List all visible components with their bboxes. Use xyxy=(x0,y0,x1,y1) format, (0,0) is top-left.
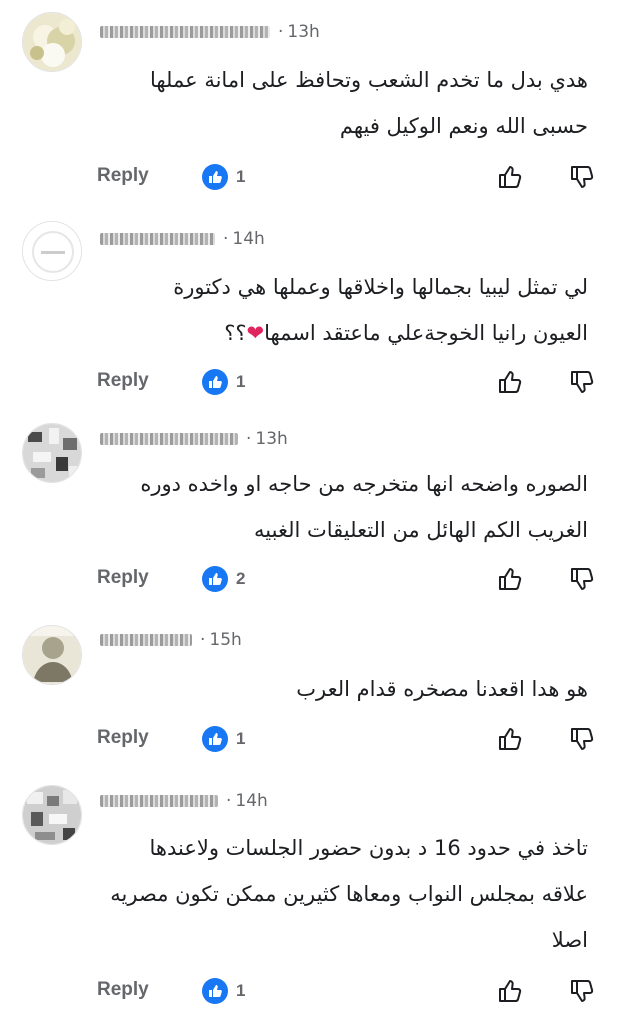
avatar-image xyxy=(23,626,81,684)
reaction-count: 1 xyxy=(236,372,246,391)
separator-dot: · xyxy=(246,429,252,449)
commenter-avatar[interactable] xyxy=(22,785,82,845)
comment-time: 15h xyxy=(209,630,242,650)
heart-emoji-icon: ❤ xyxy=(246,321,265,345)
author-name-redacted xyxy=(100,233,215,245)
reply-button[interactable]: Reply xyxy=(97,165,149,187)
commenter-avatar[interactable] xyxy=(22,221,82,281)
thumbs-down-outline-icon[interactable] xyxy=(568,368,596,396)
comment-meta: · 14h xyxy=(100,226,265,252)
reply-button[interactable]: Reply xyxy=(97,979,149,1001)
author-name-redacted xyxy=(100,26,270,38)
reaction-count: 1 xyxy=(236,167,246,186)
comment-line: حسبى الله ونعم الوكيل فيهم xyxy=(339,114,588,138)
like-reaction-icon xyxy=(202,726,228,752)
reaction-count: 1 xyxy=(236,729,246,748)
commenter-avatar[interactable] xyxy=(22,625,82,685)
separator-dot: · xyxy=(200,630,206,650)
comment-time: 13h xyxy=(287,22,320,42)
avatar-image xyxy=(23,222,81,280)
avatar-image xyxy=(23,424,81,482)
reaction-count: 2 xyxy=(236,569,246,588)
comment-line: تاخذ في حدود 16 د بدون حضور الجلسات ولاع… xyxy=(149,836,588,860)
thumbs-up-outline-icon[interactable] xyxy=(496,725,524,753)
author-name-redacted xyxy=(100,433,238,445)
comment-meta: · 14h xyxy=(100,788,268,814)
comment-line: هدي بدل ما تخدم الشعب وتحافظ على امانة ع… xyxy=(149,68,588,92)
commenter-avatar[interactable] xyxy=(22,12,82,72)
comment-time: 14h xyxy=(235,791,268,811)
reaction-summary[interactable]: 1 xyxy=(202,164,245,190)
thumbs-up-outline-icon[interactable] xyxy=(496,163,524,191)
comment-meta: · 13h xyxy=(100,426,288,452)
separator-dot: · xyxy=(226,791,232,811)
like-reaction-icon xyxy=(202,164,228,190)
comment-actions: Reply 1 xyxy=(0,975,621,1011)
reply-button[interactable]: Reply xyxy=(97,370,149,392)
thumbs-down-outline-icon[interactable] xyxy=(568,163,596,191)
comment-line: الصوره واضحه انها متخرجه من حاجه او واخد… xyxy=(140,472,588,496)
reaction-summary[interactable]: 1 xyxy=(202,726,245,752)
separator-dot: · xyxy=(223,229,229,249)
comment-text: الصوره واضحه انها متخرجه من حاجه او واخد… xyxy=(96,461,588,553)
comment-time: 14h xyxy=(232,229,265,249)
comment-line: لي تمثل ليبيا بجمالها واخلاقها وعملها هي… xyxy=(173,275,588,299)
comment-line: العيون رانيا الخوجةعلي ماعتقد اسمها❤؟؟ xyxy=(96,310,588,356)
comment-meta: · 15h xyxy=(100,627,242,653)
reply-button[interactable]: Reply xyxy=(97,727,149,749)
comment-line-part: ؟؟ xyxy=(224,321,247,345)
reaction-count: 1 xyxy=(236,981,246,1000)
thumbs-down-outline-icon[interactable] xyxy=(568,977,596,1005)
comment-meta: · 13h xyxy=(100,19,320,45)
comment-line-part: العيون رانيا الخوجةعلي ماعتقد اسمها xyxy=(264,321,588,345)
author-name-redacted xyxy=(100,795,218,807)
comment-text: لي تمثل ليبيا بجمالها واخلاقها وعملها هي… xyxy=(96,264,588,356)
like-reaction-icon xyxy=(202,566,228,592)
thumbs-down-outline-icon[interactable] xyxy=(568,565,596,593)
comment-text: هدي بدل ما تخدم الشعب وتحافظ على امانة ع… xyxy=(96,57,588,149)
comment-actions: Reply 2 xyxy=(0,563,621,599)
like-reaction-icon xyxy=(202,978,228,1004)
like-reaction-icon xyxy=(202,369,228,395)
comment-line: الغريب الكم الهائل من التعليقات الغبيه xyxy=(254,518,588,542)
reaction-summary[interactable]: 1 xyxy=(202,369,245,395)
thumbs-up-outline-icon[interactable] xyxy=(496,565,524,593)
thumbs-down-outline-icon[interactable] xyxy=(568,725,596,753)
reaction-summary[interactable]: 2 xyxy=(202,566,245,592)
avatar-image xyxy=(23,786,81,844)
comment-actions: Reply 1 xyxy=(0,366,621,402)
reply-button[interactable]: Reply xyxy=(97,567,149,589)
separator-dot: · xyxy=(278,22,284,42)
reaction-summary[interactable]: 1 xyxy=(202,978,245,1004)
comment-text: تاخذ في حدود 16 د بدون حضور الجلسات ولاع… xyxy=(96,825,588,963)
comment-actions: Reply 1 xyxy=(0,161,621,197)
comment-line: علاقه بمجلس النواب ومعاها كثيرين ممكن تك… xyxy=(110,882,588,906)
commenter-avatar[interactable] xyxy=(22,423,82,483)
avatar-image xyxy=(23,13,81,71)
comment-time: 13h xyxy=(255,429,288,449)
thumbs-up-outline-icon[interactable] xyxy=(496,977,524,1005)
thumbs-up-outline-icon[interactable] xyxy=(496,368,524,396)
comment-line: هو هدا اقعدنا مصخره قدام العرب xyxy=(296,677,588,701)
comment-line: اصلا xyxy=(551,928,588,952)
comment-actions: Reply 1 xyxy=(0,723,621,759)
author-name-redacted xyxy=(100,634,192,646)
comment-text: هو هدا اقعدنا مصخره قدام العرب xyxy=(96,666,588,712)
